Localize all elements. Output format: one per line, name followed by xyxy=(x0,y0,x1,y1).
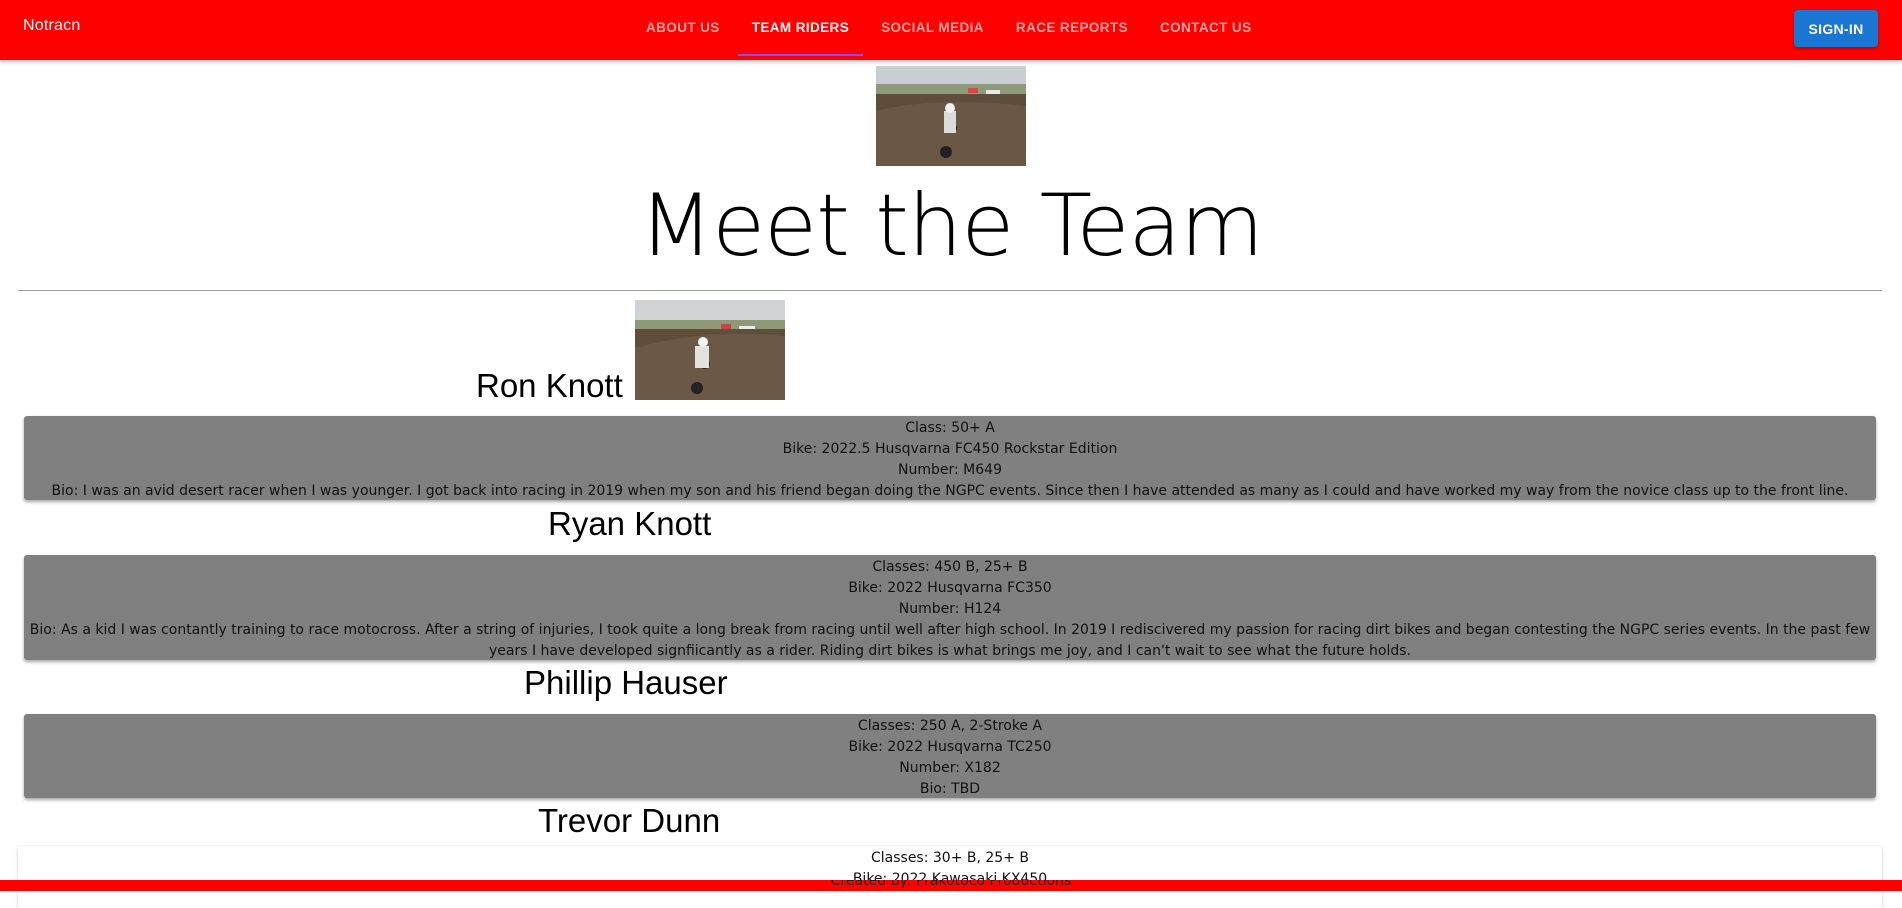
rider-name-trevor-dunn: Trevor Dunn xyxy=(538,802,721,839)
rider-class: Classes: 450 B, 25+ B xyxy=(872,559,1028,575)
hero-rider-photo xyxy=(876,66,1026,166)
rider-bike: Bike: 2022 Husqvarna FC350 xyxy=(848,580,1052,596)
footer-bar: Created by: Prakotoco Productions xyxy=(0,880,1902,891)
rider-name-ryan-knott: Ryan Knott xyxy=(548,505,712,542)
brand-logo-text[interactable]: Notracn xyxy=(23,17,80,35)
rider-card-phillip-hauser: Classes: 250 A, 2-Stroke A Bike: 2022 Hu… xyxy=(24,714,1876,798)
rider-bio: Bio: TBD xyxy=(919,781,981,797)
nav-team-riders[interactable]: TEAM RIDERS xyxy=(736,0,865,56)
sign-in-button[interactable]: SIGN-IN xyxy=(1794,10,1878,47)
rider-number: Number: H124 xyxy=(898,601,1002,617)
rider-card-trevor-dunn: Classes: 30+ B, 25+ B Bike: 2022 Kawasak… xyxy=(18,846,1882,908)
rider-bio: Bio: As a kid I was contantly training t… xyxy=(29,622,1871,659)
rider-name-ron-knott: Ron Knott xyxy=(476,367,623,404)
main-nav: ABOUT US TEAM RIDERS SOCIAL MEDIA RACE R… xyxy=(630,0,1267,60)
nav-contact-us[interactable]: CONTACT US xyxy=(1144,0,1268,54)
rider-bike: Bike: 2022 Husqvarna TC250 xyxy=(848,739,1052,755)
page-title: Meet the Team xyxy=(639,176,1264,276)
title-divider xyxy=(18,290,1882,291)
nav-social-media[interactable]: SOCIAL MEDIA xyxy=(865,0,1000,54)
rider-class: Classes: 30+ B, 25+ B xyxy=(870,850,1029,866)
rider-card-ryan-knott: Classes: 450 B, 25+ B Bike: 2022 Husqvar… xyxy=(24,555,1876,660)
rider-class: Class: 50+ A xyxy=(905,420,995,436)
nav-about-us[interactable]: ABOUT US xyxy=(630,0,736,54)
rider-bio: Bio: I was an avid desert racer when I w… xyxy=(51,483,1849,499)
footer-credit: Created by: Prakotoco Productions xyxy=(830,880,1072,889)
rider-photo-ron-knott xyxy=(635,300,785,400)
rider-number: Number: X182 xyxy=(899,760,1001,776)
rider-class: Classes: 250 A, 2-Stroke A xyxy=(857,718,1043,734)
nav-race-reports[interactable]: RACE REPORTS xyxy=(1000,0,1144,54)
rider-name-phillip-hauser: Phillip Hauser xyxy=(524,664,728,701)
rider-bike: Bike: 2022.5 Husqvarna FC450 Rockstar Ed… xyxy=(782,441,1118,457)
rider-number: Number: M649 xyxy=(898,462,1002,478)
top-app-bar: Notracn ABOUT US TEAM RIDERS SOCIAL MEDI… xyxy=(0,0,1902,60)
rider-card-ron-knott: Class: 50+ A Bike: 2022.5 Husqvarna FC45… xyxy=(24,416,1876,500)
